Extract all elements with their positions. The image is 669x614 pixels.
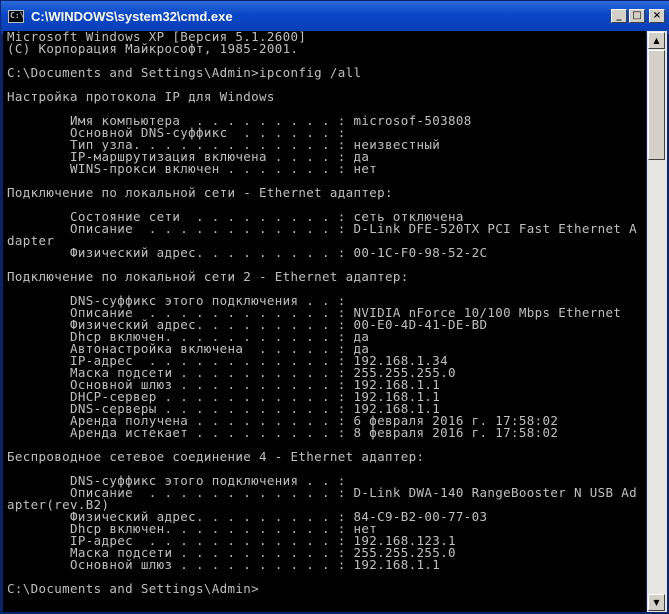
vertical-scrollbar[interactable]: ▲ ▼ — [647, 31, 667, 612]
console-line: WINS-прокси включен . . . . . . . : нет — [7, 161, 378, 176]
console-line: C:\Documents and Settings\Admin>ipconfig… — [7, 65, 362, 80]
console-line: Настройка протокола IP для Windows — [7, 89, 275, 104]
console-line: Подключение по локальной сети 2 - Ethern… — [7, 269, 409, 284]
console-lines: Microsoft Windows XP [Версия 5.1.2600] (С… — [3, 31, 646, 595]
cmd-icon[interactable]: C:\ — [8, 10, 24, 23]
scroll-up-button[interactable]: ▲ — [648, 32, 665, 49]
scroll-thumb[interactable] — [648, 50, 665, 160]
console-line: Подключение по локальной сети - Ethernet… — [7, 185, 393, 200]
scroll-down-button[interactable]: ▼ — [648, 594, 665, 611]
console-line: (С) Корпорация Майкрософт, 1985-2001. — [7, 41, 299, 56]
console-line: Аренда истекает . . . . . . . . . : 8 фе… — [7, 425, 559, 440]
console-line: Физический адрес. . . . . . . . . : 00-1… — [7, 245, 488, 260]
cmd-window: C:\ C:\WINDOWS\system32\cmd.exe _ □ × Mi… — [0, 0, 669, 614]
close-button[interactable]: × — [649, 9, 665, 23]
console-line: Описание . . . . . . . . . . . . : D-Lin… — [7, 221, 638, 236]
minimize-button[interactable]: _ — [611, 9, 627, 23]
console-line: Основной шлюз . . . . . . . . . . : 192.… — [7, 557, 441, 572]
console-line: Беспроводное сетевое соединение 4 - Ethe… — [7, 449, 425, 464]
maximize-button[interactable]: □ — [629, 9, 645, 23]
console-output[interactable]: Microsoft Windows XP [Версия 5.1.2600] (С… — [3, 31, 646, 612]
window-title: C:\WINDOWS\system32\cmd.exe — [31, 9, 233, 24]
title-bar[interactable]: C:\ C:\WINDOWS\system32\cmd.exe _ □ × — [1, 1, 669, 34]
console-line: C:\Documents and Settings\Admin> — [7, 581, 260, 596]
